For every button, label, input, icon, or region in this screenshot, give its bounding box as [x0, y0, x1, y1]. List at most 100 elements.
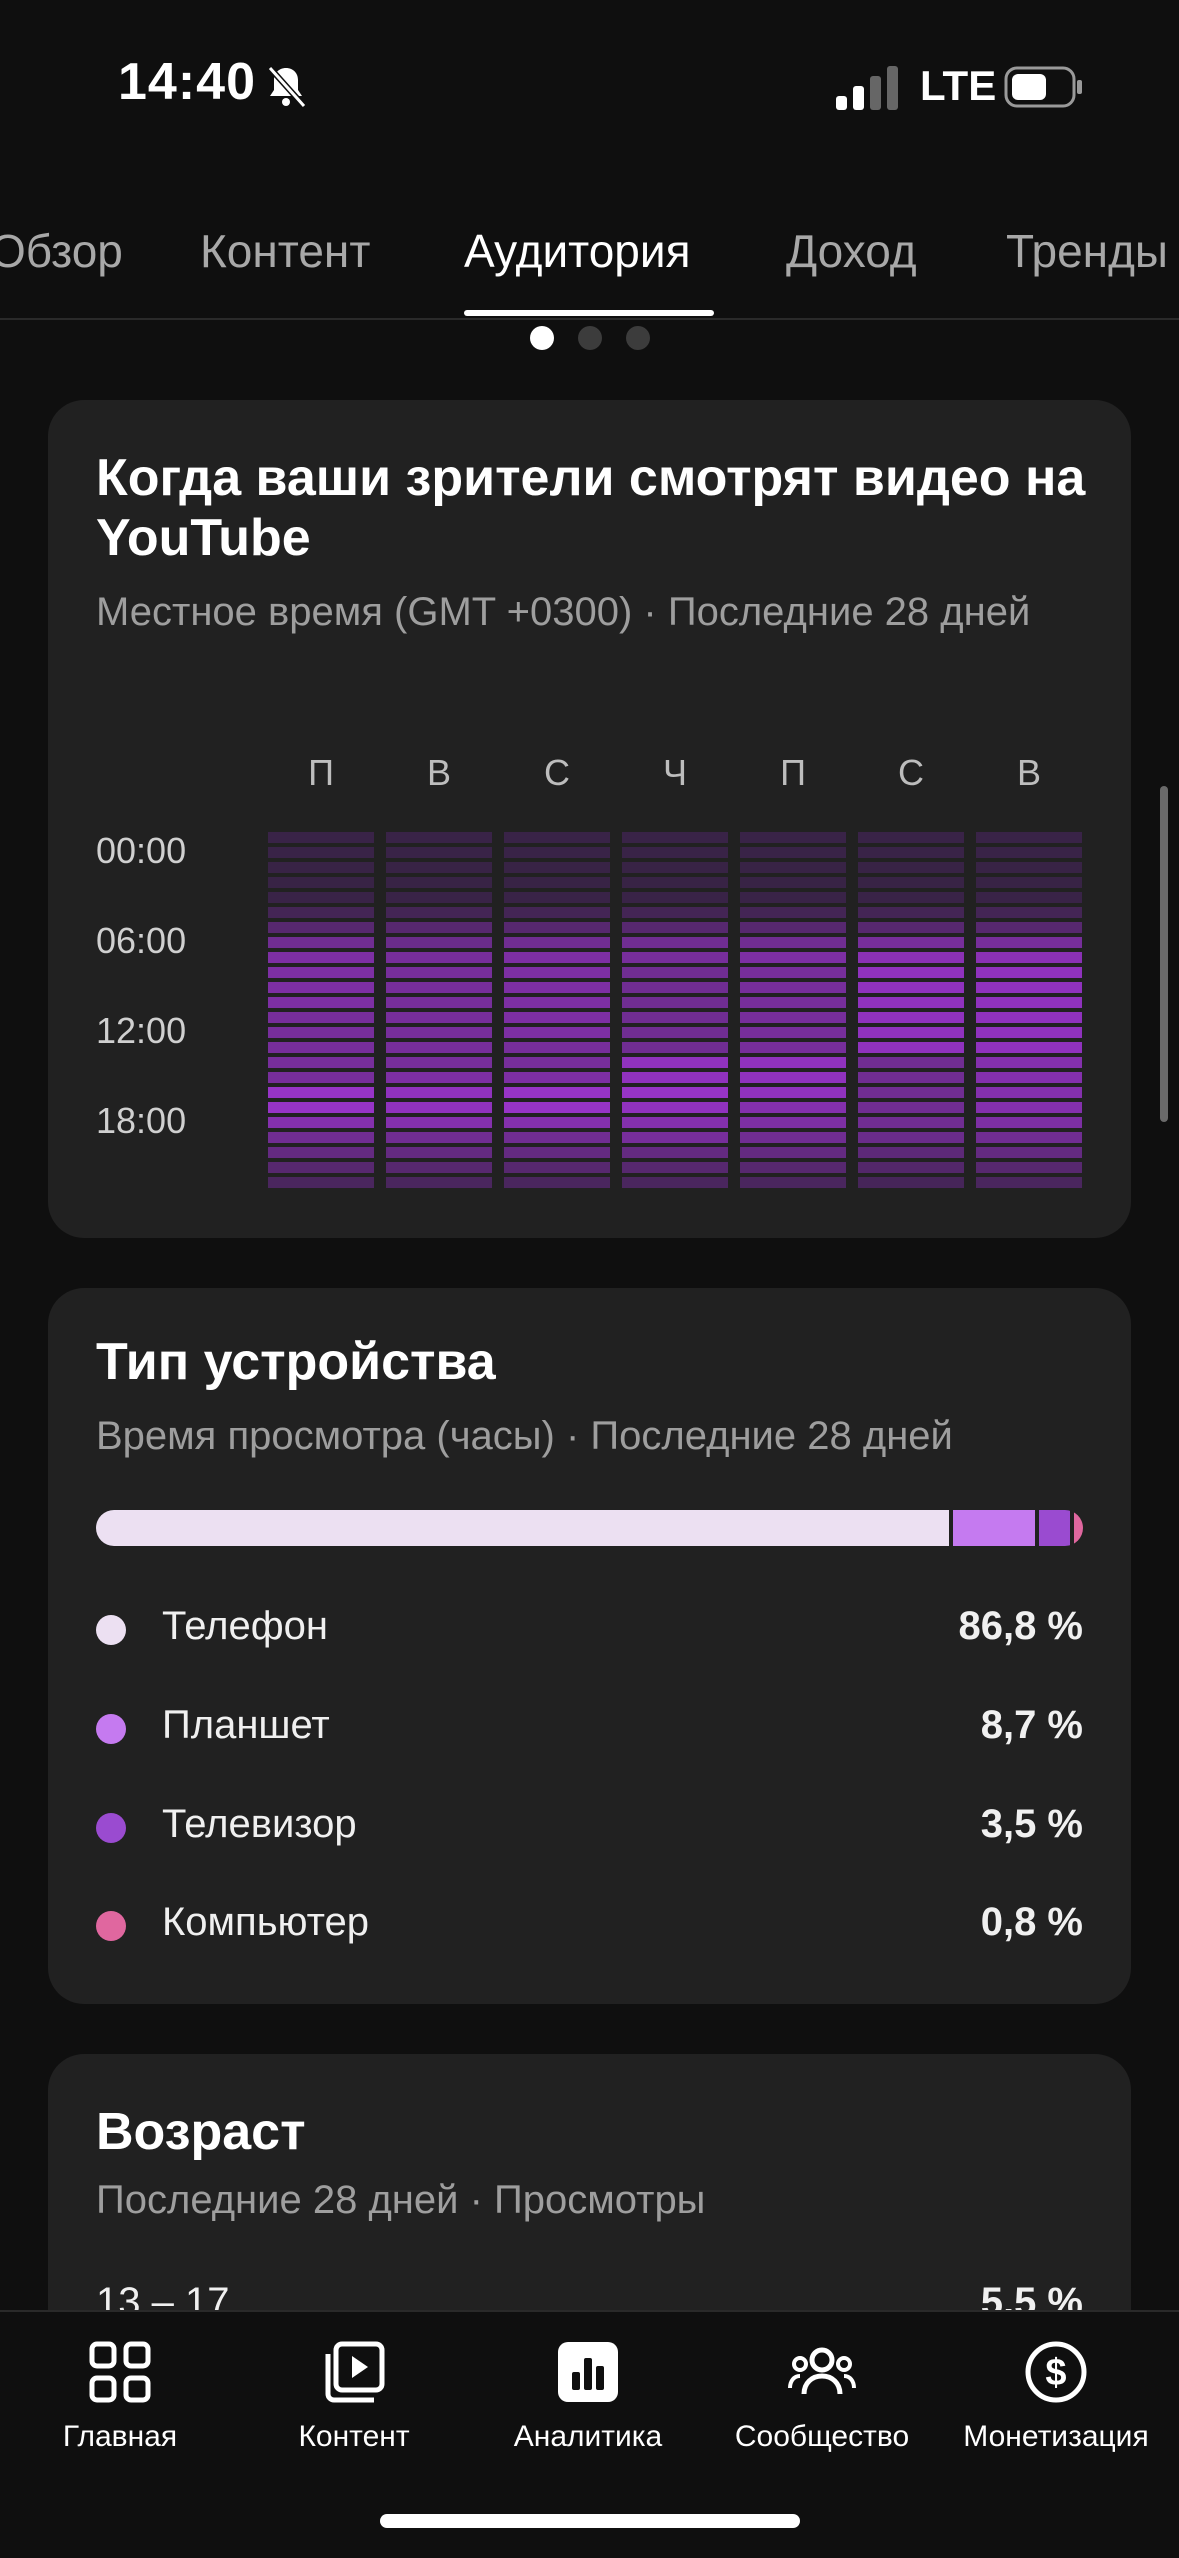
network-type: LTE: [920, 62, 997, 109]
heatmap-cell: [268, 937, 374, 948]
nav-content[interactable]: Контент: [237, 2326, 471, 2476]
heatmap-cell: [740, 1012, 846, 1023]
heatmap-cell: [268, 1117, 374, 1128]
heatmap-cell: [740, 967, 846, 978]
heatmap-cell: [976, 892, 1082, 903]
device-name: Телефон: [162, 1604, 328, 1648]
heatmap-cell: [740, 952, 846, 963]
card-title: Когда ваши зрители смотрят видео на YouT…: [96, 449, 1086, 567]
heatmap-column[interactable]: [858, 832, 964, 1192]
tab-revenue[interactable]: Доход: [786, 224, 917, 278]
heatmap-column[interactable]: [976, 832, 1082, 1192]
heatmap-cell: [976, 1117, 1082, 1128]
heatmap-cell: [858, 1027, 964, 1038]
heatmap-cell: [740, 1147, 846, 1158]
heatmap-cell: [740, 982, 846, 993]
heatmap-cell: [740, 1132, 846, 1143]
nav-monetization[interactable]: $ Монетизация: [939, 2326, 1173, 2476]
heatmap-cell: [740, 862, 846, 873]
heatmap-cell: [268, 1087, 374, 1098]
pager-dot[interactable]: [578, 326, 602, 350]
heatmap-cell: [268, 1042, 374, 1053]
hour-label: 12:00: [96, 1010, 187, 1051]
hour-label: 18:00: [96, 1100, 187, 1141]
heatmap-cell: [976, 1057, 1082, 1068]
home-indicator[interactable]: [380, 2514, 800, 2528]
dollar-icon: $: [1025, 2341, 1087, 2403]
heatmap-cell: [976, 952, 1082, 963]
tab-content[interactable]: Контент: [200, 224, 370, 278]
heatmap-cell: [268, 1162, 374, 1173]
device-row-computer[interactable]: Компьютер 0,8 %: [96, 1896, 1083, 1956]
heatmap-cell: [622, 1132, 728, 1143]
heatmap-cell: [622, 847, 728, 858]
legend-dot: [96, 1911, 126, 1941]
heatmap-cell: [504, 1132, 610, 1143]
heatmap-cell: [268, 1147, 374, 1158]
heatmap-cell: [504, 847, 610, 858]
heatmap-cell: [622, 1012, 728, 1023]
status-bar: 14:40 LTE: [0, 0, 1179, 170]
heatmap-column[interactable]: [622, 832, 728, 1192]
heatmap-cell: [504, 952, 610, 963]
device-type-card: Тип устройства Время просмотра (часы) · …: [48, 1288, 1131, 2004]
heatmap-cell: [268, 967, 374, 978]
heatmap-cell: [858, 1147, 964, 1158]
watch-time-card: Когда ваши зрители смотрят видео на YouT…: [48, 400, 1131, 1238]
day-label: С: [544, 752, 570, 793]
heatmap-cell: [504, 1042, 610, 1053]
heatmap-cell: [622, 967, 728, 978]
heatmap-cell: [386, 877, 492, 888]
heatmap-cell: [858, 967, 964, 978]
pager-dot[interactable]: [530, 326, 554, 350]
heatmap-cell: [622, 982, 728, 993]
heatmap-cell: [386, 1027, 492, 1038]
heatmap-cell: [386, 1072, 492, 1083]
heatmap-cell: [622, 907, 728, 918]
nav-label: Главная: [62, 2420, 178, 2453]
heatmap-cell: [386, 847, 492, 858]
heatmap-cell: [386, 967, 492, 978]
heatmap-cell: [622, 952, 728, 963]
heatmap-column[interactable]: [386, 832, 492, 1192]
heatmap-cell: [858, 877, 964, 888]
heatmap-column[interactable]: [504, 832, 610, 1192]
heatmap-cell: [386, 922, 492, 933]
pager-dot[interactable]: [626, 326, 650, 350]
heatmap-cell: [740, 832, 846, 843]
heatmap-cell: [858, 907, 964, 918]
heatmap-cell: [622, 997, 728, 1008]
bell-off-icon: [267, 65, 307, 109]
nav-community[interactable]: Сообщество: [705, 2326, 939, 2476]
heatmap-cell: [386, 997, 492, 1008]
heatmap-cell: [976, 982, 1082, 993]
card-title: Тип устройства: [96, 1333, 496, 1391]
heatmap-cell: [268, 997, 374, 1008]
heatmap-cell: [268, 1072, 374, 1083]
device-row-tv[interactable]: Телевизор 3,5 %: [96, 1798, 1083, 1858]
heatmap-cell: [622, 862, 728, 873]
device-row-tablet[interactable]: Планшет 8,7 %: [96, 1699, 1083, 1759]
device-name: Компьютер: [162, 1900, 370, 1944]
heatmap-cell: [858, 862, 964, 873]
nav-analytics[interactable]: Аналитика: [471, 2326, 705, 2476]
heatmap-cell: [386, 1117, 492, 1128]
heatmap-cell: [268, 847, 374, 858]
tab-overview[interactable]: Обзор: [0, 224, 123, 278]
device-share-segment: [953, 1510, 1035, 1546]
heatmap-cell: [386, 907, 492, 918]
tab-trends[interactable]: Тренды: [1006, 224, 1168, 278]
device-row-phone[interactable]: Телефон 86,8 %: [96, 1600, 1083, 1660]
heatmap-cell: [858, 1162, 964, 1173]
heatmap-cell: [622, 1147, 728, 1158]
device-share-segment: [96, 1510, 949, 1546]
tab-audience[interactable]: Аудитория: [464, 224, 691, 278]
heatmap-column[interactable]: [268, 832, 374, 1192]
heatmap-cell: [858, 892, 964, 903]
heatmap-cell: [268, 922, 374, 933]
heatmap-column[interactable]: [740, 832, 846, 1192]
scrollbar[interactable]: [1160, 786, 1168, 1122]
nav-home[interactable]: Главная: [3, 2326, 237, 2476]
heatmap-cell: [386, 1057, 492, 1068]
heatmap-cell: [976, 907, 1082, 918]
